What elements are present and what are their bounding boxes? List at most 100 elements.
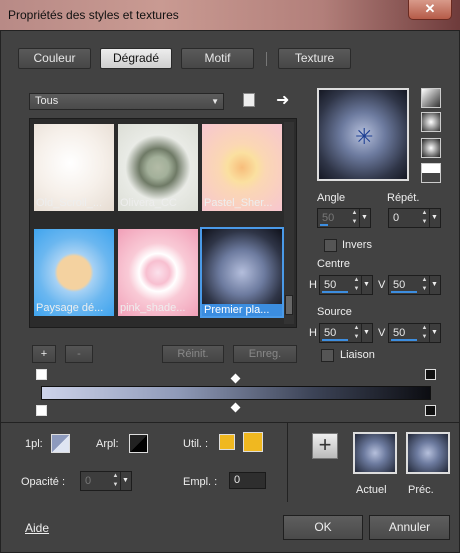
chevron-down-icon[interactable]: ▼ xyxy=(359,209,369,227)
chevron-down-icon[interactable]: ▼ xyxy=(429,209,439,227)
title-bar: Propriétés des styles et textures ✕ xyxy=(0,0,460,30)
background-swatch[interactable] xyxy=(129,434,148,453)
angle-value: 50 xyxy=(322,212,335,224)
thumb-label: Paysage dé... xyxy=(36,302,104,314)
angle-label: Angle xyxy=(317,192,346,204)
source-h-bar xyxy=(322,339,348,341)
chevron-down-icon: ▼ xyxy=(211,97,219,106)
radial-style-icon[interactable] xyxy=(421,138,441,158)
spinner-arrows-icon[interactable]: ▲ ▼ xyxy=(420,276,429,294)
link-label: Liaison xyxy=(340,349,375,361)
rectangular-style-icon[interactable] xyxy=(421,112,441,132)
link-checkbox[interactable] xyxy=(321,349,334,362)
use-label: Util. : xyxy=(183,438,209,450)
source-v-input[interactable]: 50 ▲ ▼ ▼ xyxy=(388,323,441,343)
thumb-label: pink_shade... xyxy=(120,302,186,314)
thumb-label: Premier pla... xyxy=(202,304,282,316)
center-v-input[interactable]: 50 ▲ ▼ ▼ xyxy=(388,275,441,295)
center-crosshair-icon[interactable]: ✳ xyxy=(355,126,373,148)
use-color-swatch-large[interactable] xyxy=(243,432,263,452)
invert-label: Invers xyxy=(342,239,372,251)
thumb-label: Pastel_Sher... xyxy=(204,197,273,209)
center-v-value: 50 xyxy=(393,279,406,291)
sunburst-style-icon[interactable] xyxy=(421,163,441,183)
gradient-editor-bar[interactable] xyxy=(41,386,431,400)
foreground-label: 1pl: xyxy=(25,438,43,450)
center-v-bar xyxy=(391,291,417,293)
thumb-olivera[interactable]: Olivera_CC xyxy=(118,124,198,211)
top-stop-marker[interactable] xyxy=(425,369,436,380)
thumb-paysage[interactable]: Paysage dé... xyxy=(34,229,114,316)
tab-couleur[interactable]: Couleur xyxy=(18,48,91,69)
tab-separator xyxy=(266,52,267,66)
thumb-label: Olivera_CC xyxy=(120,197,177,209)
repeat-input[interactable]: 0 ▲ ▼ ▼ xyxy=(388,208,441,228)
cancel-button[interactable]: Annuler xyxy=(369,515,450,540)
source-h-input[interactable]: 50 ▲ ▼ ▼ xyxy=(319,323,373,343)
thumb-premier-plan[interactable]: Premier pla... xyxy=(200,227,284,318)
thumb-old-scroll[interactable]: Old_Scroll_... xyxy=(34,124,114,211)
remove-gradient-button[interactable]: - xyxy=(65,345,93,363)
add-gradient-button[interactable]: + xyxy=(32,345,56,363)
repeat-value: 0 xyxy=(393,212,400,224)
spinner-arrows-icon[interactable]: ▲ ▼ xyxy=(350,209,359,227)
spinner-arrows-icon[interactable]: ▲ ▼ xyxy=(352,324,361,342)
linear-style-icon[interactable] xyxy=(421,88,441,108)
category-dropdown[interactable]: Tous ▼ xyxy=(29,93,224,110)
scrollbar-thumb[interactable] xyxy=(285,295,293,315)
gradient-preview[interactable]: ✳ xyxy=(317,88,409,181)
center-v-label: V xyxy=(378,279,386,291)
opacity-label: Opacité : xyxy=(21,476,66,488)
ok-button[interactable]: OK xyxy=(283,515,363,540)
location-input[interactable]: 0 xyxy=(229,472,266,489)
thumb-pink-shade[interactable]: pink_shade... xyxy=(118,229,198,316)
tab-degrade[interactable]: Dégradé xyxy=(100,48,172,69)
foreground-swatch[interactable] xyxy=(51,434,70,453)
tab-texture[interactable]: Texture xyxy=(278,48,351,69)
current-preview[interactable] xyxy=(353,432,397,474)
angle-input[interactable]: 50 ▲ ▼ ▼ xyxy=(317,208,371,228)
category-value: Tous xyxy=(35,95,59,107)
chevron-down-icon[interactable]: ▼ xyxy=(429,276,439,294)
source-label: Source xyxy=(317,306,352,318)
arrow-right-icon[interactable]: ➜ xyxy=(276,90,289,110)
source-h-label: H xyxy=(309,327,317,339)
add-stop-icon[interactable]: + xyxy=(312,433,338,459)
top-stop-marker[interactable] xyxy=(36,369,47,380)
chevron-down-icon[interactable]: ▼ xyxy=(429,324,439,342)
chevron-down-icon[interactable]: ▼ xyxy=(361,324,371,342)
gallery-scrollbar[interactable] xyxy=(284,122,294,324)
source-v-label: V xyxy=(378,327,386,339)
opacity-value: 0 xyxy=(85,475,92,487)
current-label: Actuel xyxy=(356,484,387,496)
reset-button[interactable]: Réinit. xyxy=(162,345,224,363)
close-button[interactable]: ✕ xyxy=(408,0,452,20)
chevron-down-icon[interactable]: ▼ xyxy=(120,472,130,490)
opacity-input[interactable]: 0 ▲ ▼ ▼ xyxy=(80,471,132,491)
invert-checkbox[interactable] xyxy=(324,239,337,252)
divider xyxy=(287,422,288,502)
spinner-arrows-icon[interactable]: ▲ ▼ xyxy=(420,209,429,227)
gradient-grid: Old_Scroll_... Olivera_CC Pastel_Sher...… xyxy=(29,118,297,328)
chevron-down-icon[interactable]: ▼ xyxy=(361,276,371,294)
center-h-input[interactable]: 50 ▲ ▼ ▼ xyxy=(319,275,373,295)
repeat-label: Répét. xyxy=(387,192,420,204)
thumb-preview xyxy=(202,229,282,316)
background-label: Arpl: xyxy=(96,438,119,450)
spinner-arrows-icon[interactable]: ▲ ▼ xyxy=(420,324,429,342)
previous-preview[interactable] xyxy=(406,432,450,474)
tab-motif[interactable]: Motif xyxy=(181,48,254,69)
bottom-stop-marker[interactable] xyxy=(36,405,47,416)
source-h-value: 50 xyxy=(324,327,337,339)
use-color-swatch[interactable] xyxy=(219,434,235,450)
save-button[interactable]: Enreg. xyxy=(233,345,297,363)
angle-bar xyxy=(320,224,328,226)
spinner-arrows-icon[interactable]: ▲ ▼ xyxy=(352,276,361,294)
file-icon[interactable] xyxy=(243,93,255,107)
spinner-arrows-icon[interactable]: ▲ ▼ xyxy=(111,472,120,490)
bottom-stop-marker[interactable] xyxy=(425,405,436,416)
help-link[interactable]: Aide xyxy=(25,521,49,535)
previous-label: Préc. xyxy=(408,484,434,496)
thumb-pastel[interactable]: Pastel_Sher... xyxy=(202,124,282,211)
center-h-label: H xyxy=(309,279,317,291)
